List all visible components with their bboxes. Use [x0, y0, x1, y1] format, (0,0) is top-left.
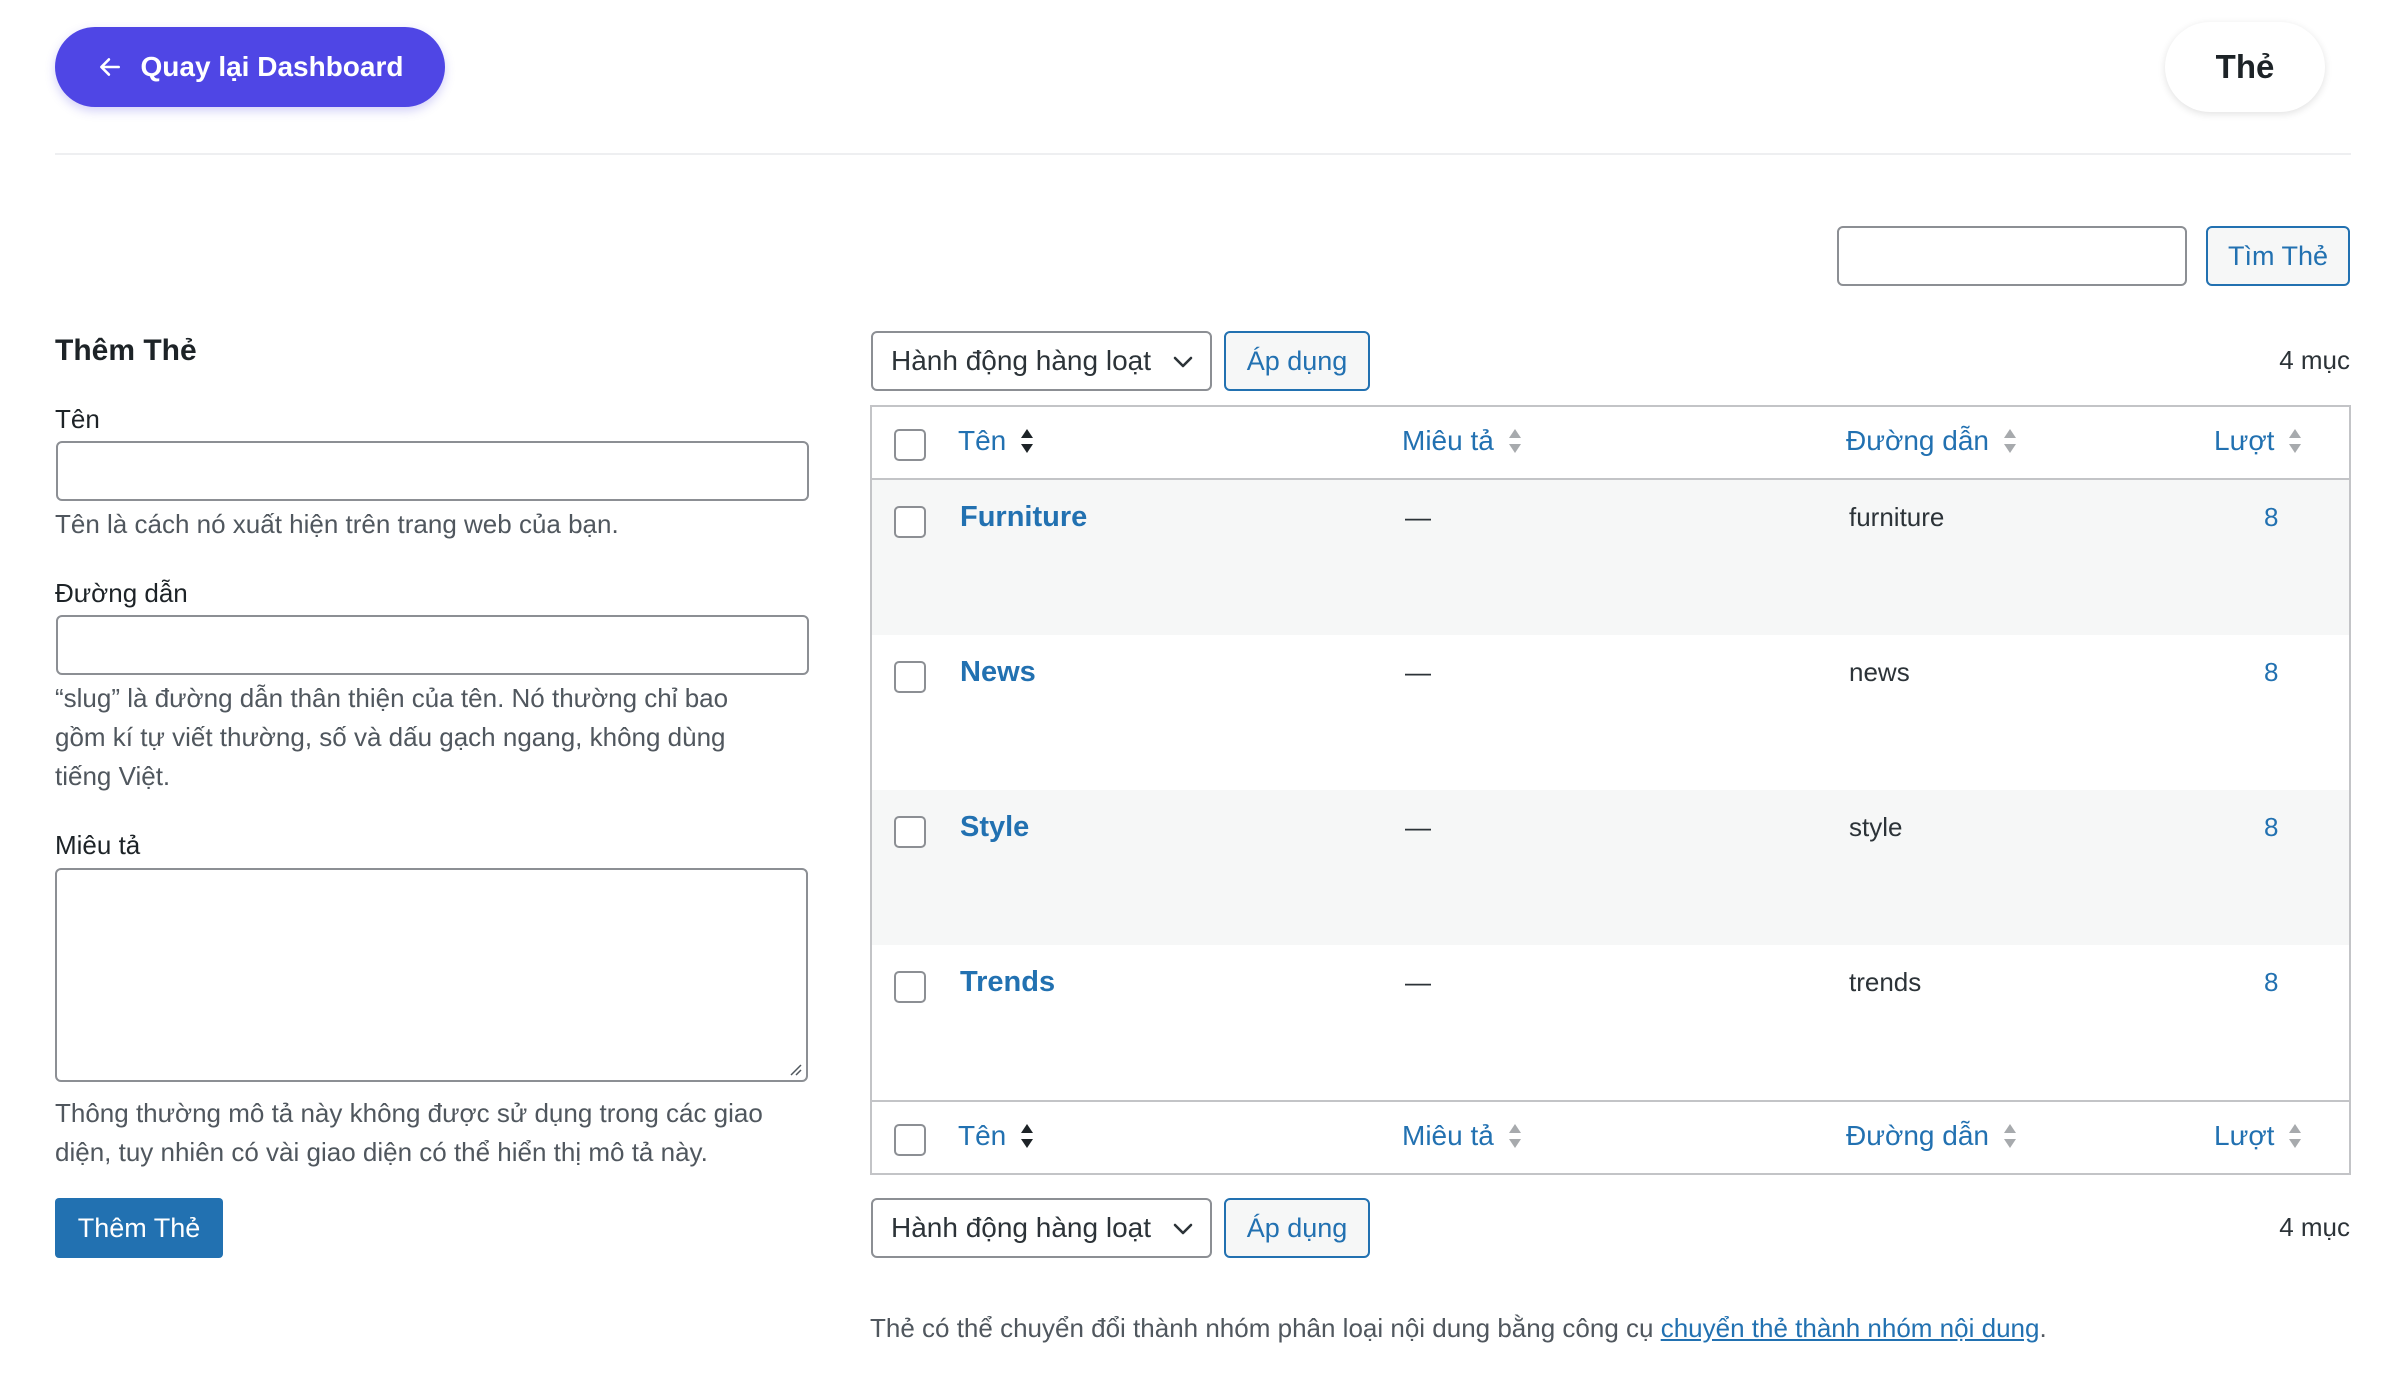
column-footer-count[interactable]: Lượt — [2214, 1120, 2304, 1152]
back-button-label: Quay lại Dashboard — [140, 51, 404, 82]
select-all-checkbox-bottom[interactable] — [894, 1124, 926, 1156]
sort-icon — [1021, 1124, 1034, 1148]
description-hint: Thông thường mô tả này không được sử dụn… — [55, 1094, 763, 1172]
bulk-action-label: Hành động hàng loạt — [891, 1212, 1151, 1243]
item-count-bottom: 4 mục — [2279, 1212, 2350, 1242]
description-label: Miêu tả — [55, 830, 141, 860]
column-label: Lượt — [2214, 1120, 2275, 1151]
tag-name-link[interactable]: Style — [960, 811, 1029, 844]
column-label: Tên — [958, 1120, 1007, 1151]
table-row: News — news 8 — [872, 635, 2349, 790]
add-tag-button[interactable]: Thêm Thẻ — [55, 1198, 223, 1258]
slug-hint: “slug” là đường dẫn thân thiện của tên. … — [55, 679, 728, 796]
column-header-name[interactable]: Tên — [958, 425, 1036, 457]
column-footer-name[interactable]: Tên — [958, 1120, 1036, 1152]
column-header-slug[interactable]: Đường dẫn — [1846, 425, 2019, 457]
slug-hint-line: tiếng Việt. — [55, 761, 171, 791]
tag-description: — — [1405, 967, 1431, 997]
column-label: Miêu tả — [1402, 1120, 1494, 1151]
back-to-dashboard-button[interactable]: Quay lại Dashboard — [55, 27, 445, 107]
tag-slug: trends — [1849, 967, 1922, 997]
description-hint-line: Thông thường mô tả này không được sử dụn… — [55, 1098, 763, 1128]
slug-hint-line: gồm kí tự viết thường, số và dấu gạch ng… — [55, 722, 726, 752]
search-tags-input[interactable] — [1837, 226, 2187, 286]
name-label: Tên — [55, 404, 100, 434]
table-row: Style — style 8 — [872, 790, 2349, 945]
tag-count-link[interactable]: 8 — [2264, 812, 2278, 843]
row-checkbox[interactable] — [894, 506, 926, 538]
tag-description: — — [1405, 657, 1431, 687]
sort-icon — [2003, 429, 2016, 453]
bulk-action-label: Hành động hàng loạt — [891, 345, 1151, 376]
footnote-text: Thẻ có thể chuyển đổi thành nhóm phân lo… — [870, 1313, 1661, 1343]
row-checkbox[interactable] — [894, 971, 926, 1003]
sort-icon — [1021, 429, 1034, 453]
apply-button-top[interactable]: Áp dụng — [1224, 331, 1370, 391]
name-hint: Tên là cách nó xuất hiện trên trang web … — [55, 509, 619, 539]
chevron-down-icon — [1173, 1223, 1193, 1235]
description-hint-line: diện, tuy nhiên có vài giao diện có thể … — [55, 1137, 708, 1167]
slug-hint-line: “slug” là đường dẫn thân thiện của tên. … — [55, 683, 729, 713]
resize-grip-icon[interactable] — [788, 1062, 802, 1076]
tag-slug: style — [1849, 812, 1903, 842]
column-header-description[interactable]: Miêu tả — [1402, 425, 1524, 457]
column-label: Tên — [958, 425, 1007, 456]
tag-description-textarea[interactable] — [55, 868, 808, 1082]
tag-slug-input[interactable] — [56, 615, 809, 675]
table-row: Furniture — furniture 8 — [872, 480, 2349, 635]
column-label: Đường dẫn — [1846, 1120, 1989, 1151]
tag-name-link[interactable]: News — [960, 656, 1036, 689]
sort-icon — [2289, 1124, 2302, 1148]
tag-conversion-note: Thẻ có thể chuyển đổi thành nhóm phân lo… — [870, 1313, 2047, 1344]
sort-icon — [1508, 429, 1521, 453]
tag-name-link[interactable]: Furniture — [960, 501, 1087, 534]
tag-name-input[interactable] — [56, 441, 809, 501]
chevron-down-icon — [1173, 356, 1193, 368]
tags-table: Tên Miêu tả Đường dẫn Lượt Furniture — f… — [870, 405, 2351, 1175]
sort-icon — [2003, 1124, 2016, 1148]
tag-count-link[interactable]: 8 — [2264, 657, 2278, 688]
tag-count-link[interactable]: 8 — [2264, 967, 2278, 998]
slug-label: Đường dẫn — [55, 578, 188, 608]
item-count-top: 4 mục — [2279, 345, 2350, 375]
column-label: Miêu tả — [1402, 425, 1494, 456]
column-footer-slug[interactable]: Đường dẫn — [1846, 1120, 2019, 1152]
tag-slug: furniture — [1849, 502, 1945, 532]
column-label: Đường dẫn — [1846, 425, 1989, 456]
select-all-checkbox[interactable] — [894, 429, 926, 461]
column-label: Lượt — [2214, 425, 2275, 456]
search-tags-button[interactable]: Tìm Thẻ — [2206, 226, 2350, 286]
tag-converter-link[interactable]: chuyển thẻ thành nhóm nội dung — [1661, 1313, 2040, 1343]
page-title: Thẻ — [2165, 22, 2325, 112]
column-header-count[interactable]: Lượt — [2214, 425, 2304, 457]
tag-description: — — [1405, 502, 1431, 532]
tag-description: — — [1405, 812, 1431, 842]
table-header: Tên Miêu tả Đường dẫn Lượt — [872, 407, 2349, 480]
tag-slug: news — [1849, 657, 1910, 687]
bulk-action-select-bottom[interactable]: Hành động hàng loạt — [871, 1198, 1212, 1258]
arrow-left-icon — [99, 58, 120, 76]
tag-name-link[interactable]: Trends — [960, 966, 1055, 999]
row-checkbox[interactable] — [894, 816, 926, 848]
table-row: Trends — trends 8 — [872, 945, 2349, 1100]
table-footer: Tên Miêu tả Đường dẫn Lượt — [872, 1100, 2349, 1173]
apply-button-bottom[interactable]: Áp dụng — [1224, 1198, 1370, 1258]
add-tag-title: Thêm Thẻ — [55, 334, 197, 367]
tag-count-link[interactable]: 8 — [2264, 502, 2278, 533]
row-checkbox[interactable] — [894, 661, 926, 693]
sort-icon — [2289, 429, 2302, 453]
column-footer-description[interactable]: Miêu tả — [1402, 1120, 1524, 1152]
sort-icon — [1508, 1124, 1521, 1148]
bulk-action-select-top[interactable]: Hành động hàng loạt — [871, 331, 1212, 391]
header-divider — [55, 153, 2351, 155]
footnote-suffix: . — [2039, 1313, 2047, 1343]
